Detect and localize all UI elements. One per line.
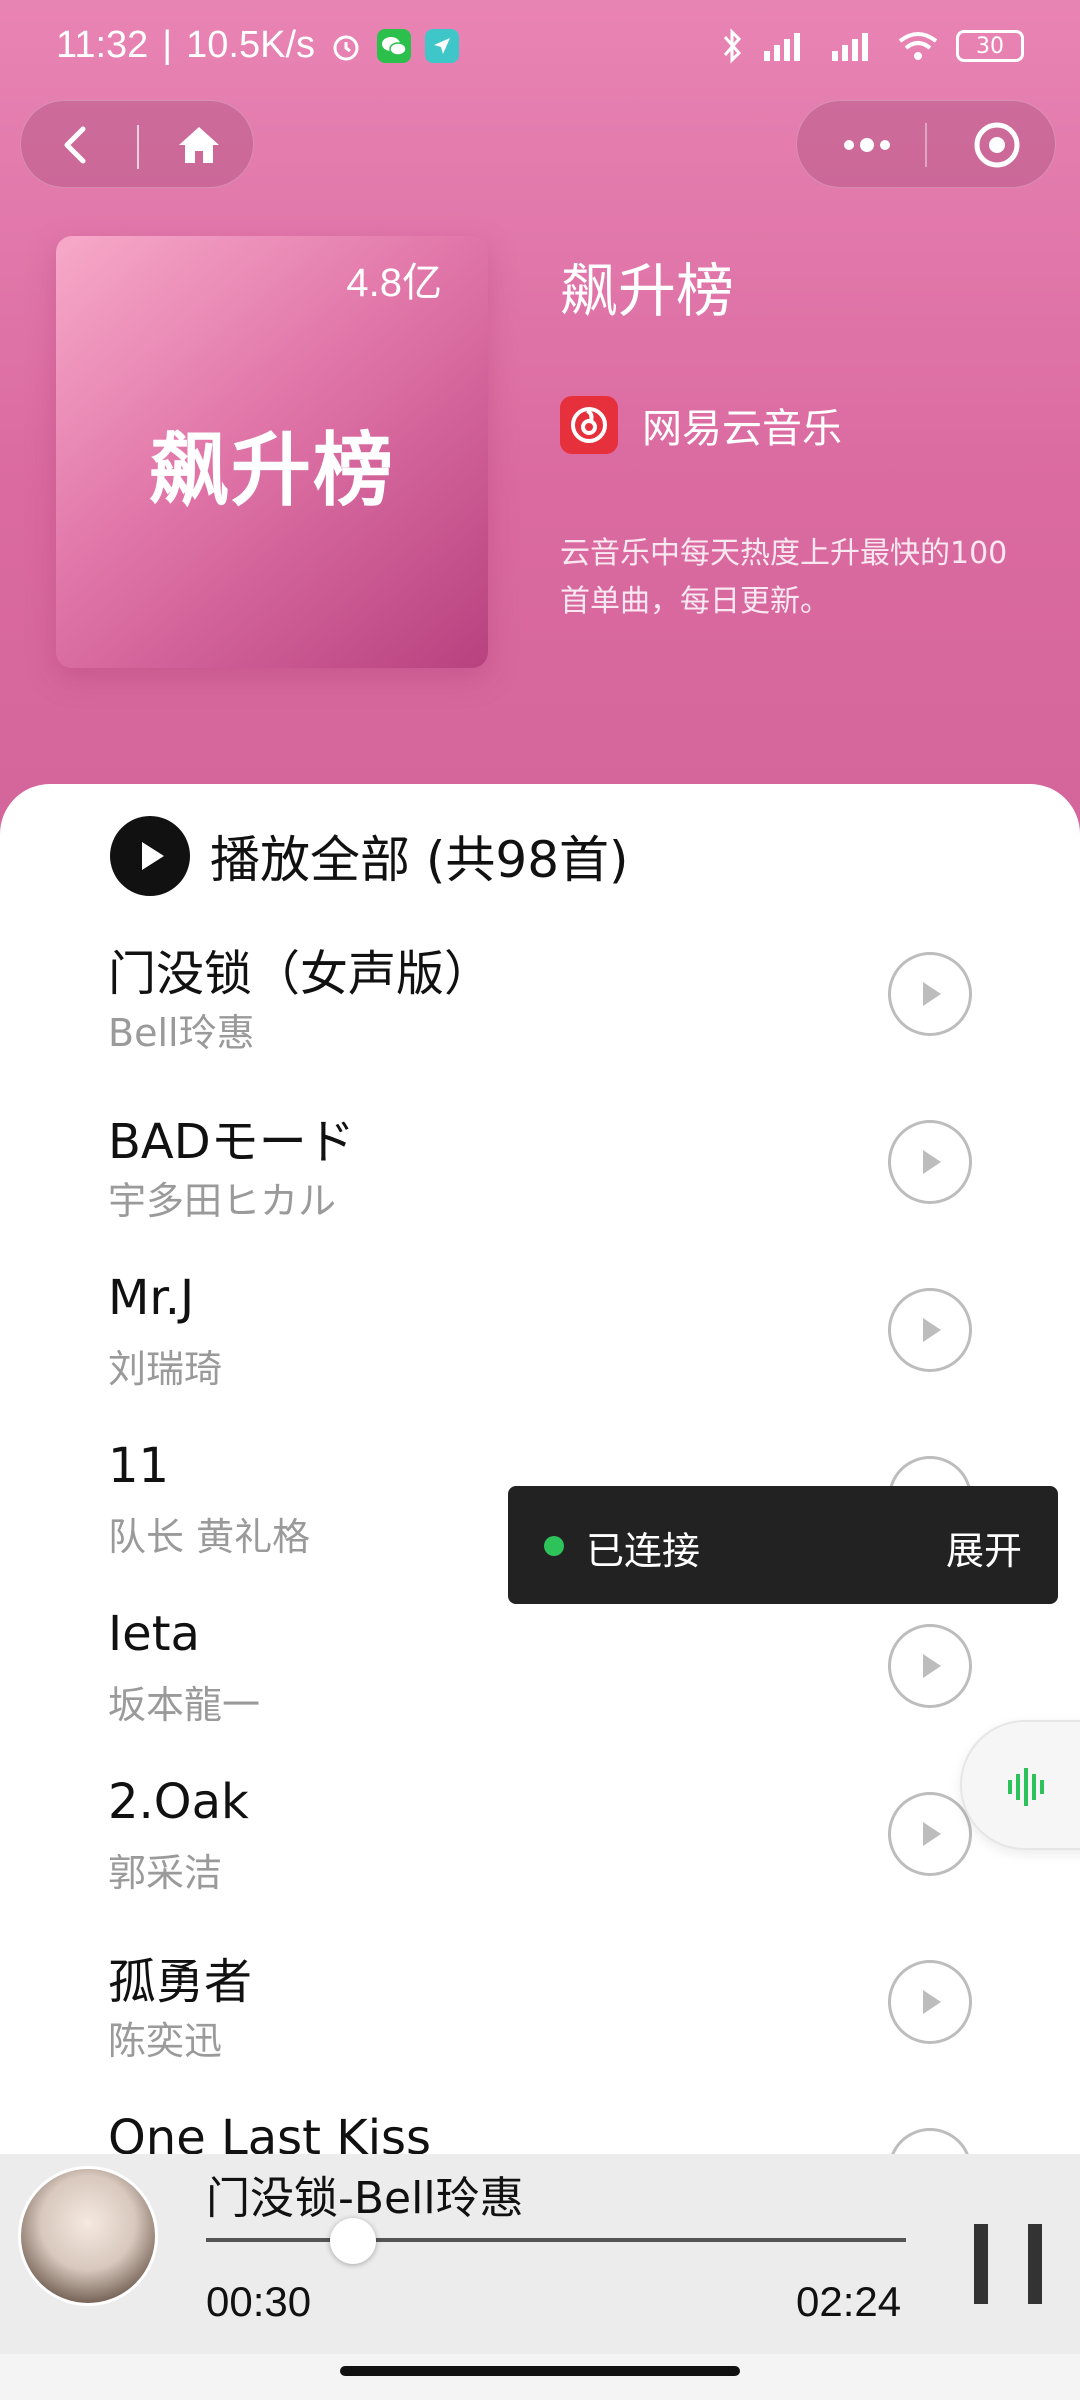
bottom-safe-area [0,2354,1080,2400]
song-name: 11 [108,1438,170,1494]
toast-expand-button[interactable]: 展开 [946,1520,1022,1575]
home-icon[interactable] [171,117,227,173]
signal-icon [760,29,812,63]
song-list: 门没锁（女声版） Bell玲惠 BADモード 宇多田ヒカル Mr.J 刘瑞琦 1… [0,934,1080,2278]
mini-player: 门没锁-Bell玲惠 00:30 02:24 [0,2154,1080,2354]
current-time: 00:30 [206,2278,312,2325]
song-item[interactable]: 孤勇者 陈奕迅 [0,1942,1080,2110]
song-name: Mr.J [108,1270,195,1326]
status-bar: 11:32 | 10.5K/s 30 [0,0,1080,96]
song-name: Ieta [108,1606,200,1662]
toast-status: 已连接 [586,1529,701,1573]
audio-wave-icon [1006,1766,1050,1808]
song-item[interactable]: Ieta 坂本龍一 [0,1606,1080,1774]
song-artist: 队长 黄礼格 [108,1515,311,1559]
home-indicator [340,2366,740,2376]
total-time: 02:24 [796,2278,902,2325]
battery-icon: 30 [956,30,1024,62]
status-right: 30 [722,28,1024,64]
song-name: 门没锁（女声版） [108,946,493,1002]
play-circle-icon[interactable] [888,1288,972,1372]
play-circle-icon[interactable] [888,1792,972,1876]
play-icon [110,816,190,896]
song-item[interactable]: 门没锁（女声版） Bell玲惠 [0,934,1080,1102]
back-icon[interactable] [49,117,105,173]
close-miniprogram-icon[interactable] [969,117,1025,173]
progress-track[interactable] [206,2238,906,2242]
alarm-icon [329,29,363,63]
connection-toast: 已连接 展开 [508,1486,1058,1604]
menu-capsule [796,100,1056,188]
capsule-divider [925,123,927,167]
wechat-icon [377,28,412,63]
status-divider: | [162,24,173,66]
play-count: 4.8亿 [346,261,442,305]
status-net-speed: 10.5K/s [186,24,316,66]
song-item[interactable]: 2.Oak 郭采洁 [0,1774,1080,1942]
cover-title: 飙升榜 [149,424,395,517]
status-time: 11:32 [56,24,149,66]
source-name: 网易云音乐 [642,406,842,452]
progress-knob[interactable] [330,2218,376,2264]
play-circle-icon[interactable] [888,952,972,1036]
song-name: 2.Oak [108,1774,249,1830]
more-icon[interactable] [827,117,907,173]
pause-bar-left [974,2224,988,2304]
song-artist: 坂本龍一 [108,1683,261,1727]
playlist-title: 飙升榜 [560,257,735,325]
connected-dot-icon [544,1536,564,1556]
capsule-divider [137,125,139,169]
song-item[interactable]: Mr.J 刘瑞琦 [0,1270,1080,1438]
pause-bar-right [1028,2224,1042,2304]
playlist-cover: 4.8亿 飙升榜 [56,236,488,668]
wifi-icon [896,29,940,63]
voice-float-button[interactable] [960,1720,1080,1850]
song-artist: 郭采洁 [108,1851,223,1895]
song-name: 孤勇者 [108,1954,253,2010]
playlist-source: 网易云音乐 [560,396,842,454]
play-all-label: 播放全部 (共98首) [210,831,629,889]
location-icon [425,28,460,63]
song-name: BADモード [108,1114,355,1170]
song-artist: 陈奕迅 [108,2019,223,2063]
play-circle-icon[interactable] [888,1624,972,1708]
play-circle-icon[interactable] [888,1960,972,2044]
play-circle-icon[interactable] [888,1120,972,1204]
play-all-button[interactable]: 播放全部 (共98首) [110,816,629,896]
playlist-description: 云音乐中每天热度上升最快的100首单曲，每日更新。 [560,536,1008,619]
song-artist: 宇多田ヒカル [108,1179,337,1223]
status-left: 11:32 | 10.5K/s [56,24,460,67]
signal-icon-2 [828,29,880,63]
pause-icon[interactable] [972,2224,1044,2304]
now-playing-title: 门没锁-Bell玲惠 [206,2173,524,2224]
song-artist: 刘瑞琦 [108,1347,223,1391]
song-item[interactable]: BADモード 宇多田ヒカル [0,1102,1080,1270]
album-avatar[interactable] [18,2166,158,2306]
bluetooth-icon [722,28,744,64]
song-artist: Bell玲惠 [108,1011,255,1055]
nav-capsule [20,100,254,188]
netease-logo-icon [560,396,618,454]
